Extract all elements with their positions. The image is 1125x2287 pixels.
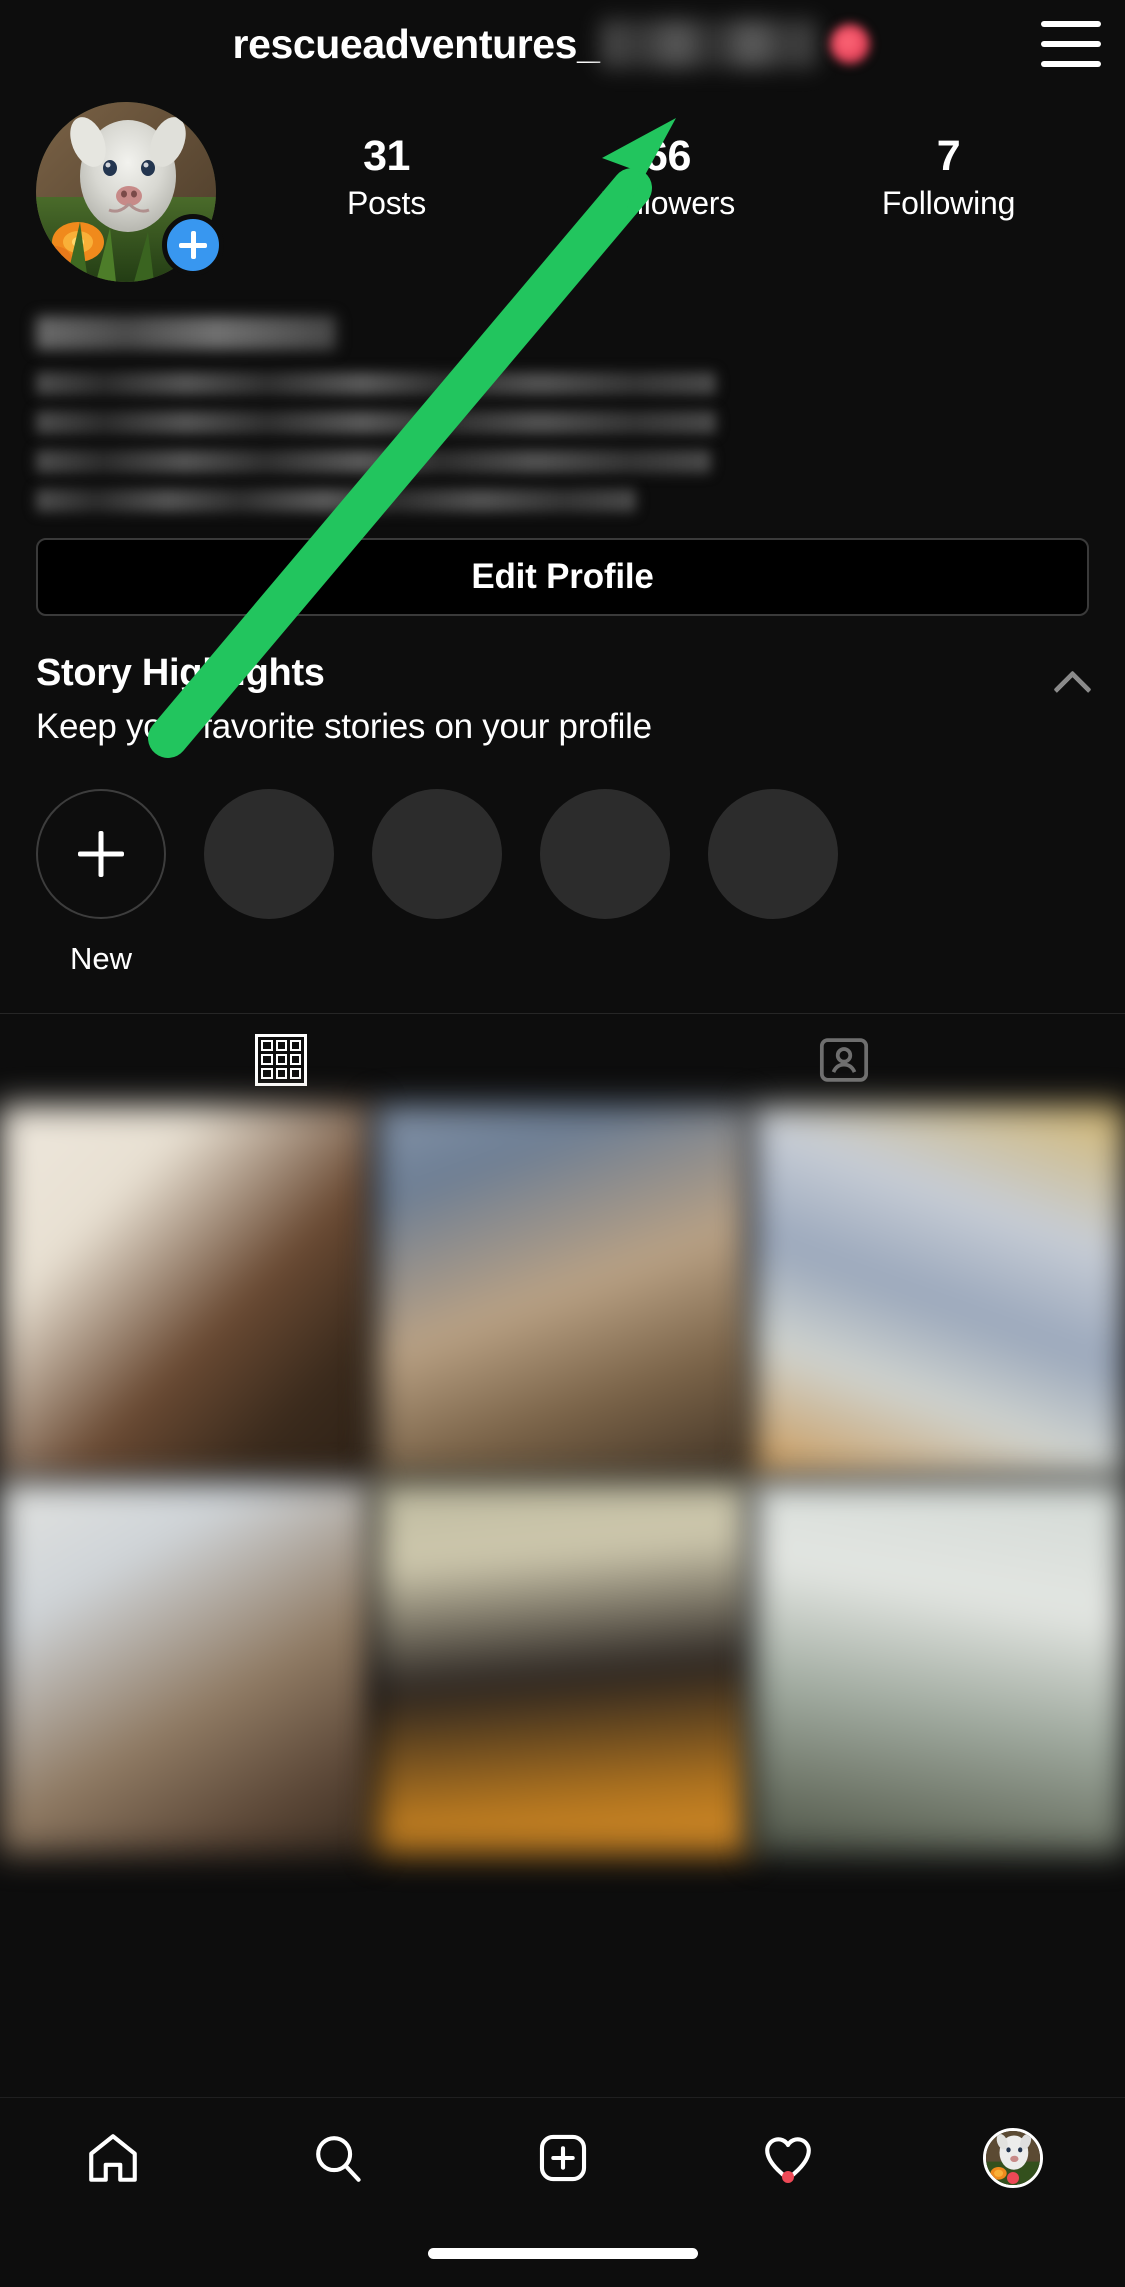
highlight-thumbnail[interactable] [708, 789, 838, 919]
highlight-thumbnail[interactable] [540, 789, 670, 919]
nav-home[interactable] [0, 2129, 225, 2187]
stat-posts-label: Posts [346, 185, 427, 222]
hamburger-line [1041, 61, 1101, 67]
notification-dot-icon[interactable] [830, 24, 871, 64]
stat-posts[interactable]: 31 Posts [317, 132, 457, 222]
bottom-nav-items [0, 2098, 1125, 2218]
highlight-item-placeholder[interactable] [708, 789, 838, 919]
stat-following-label: Following [881, 185, 1016, 222]
profile-bio [0, 282, 1125, 512]
app-header: rescueadventures_ [0, 0, 1125, 88]
bio-line-redacted [36, 411, 716, 434]
bio-line-redacted [36, 450, 711, 473]
story-highlights-subtitle: Keep your favorite stories on your profi… [36, 707, 652, 746]
activity-badge-dot [781, 2171, 794, 2183]
hamburger-menu-icon[interactable] [1041, 21, 1101, 67]
highlight-label-new: New [69, 941, 132, 976]
home-icon [88, 2134, 137, 2182]
grid-cell [275, 1068, 287, 1080]
grid-cell [289, 1068, 302, 1080]
bio-display-name-redacted [36, 316, 336, 350]
grid-cell [261, 1068, 273, 1080]
grid-post[interactable] [0, 1105, 373, 1478]
tagged-person-icon [819, 1037, 868, 1082]
profile-badge-dot [1006, 2172, 1019, 2184]
story-highlights-text: Story Highlights Keep your favorite stor… [36, 652, 1055, 747]
hamburger-line [1041, 21, 1101, 27]
avatar-wrap[interactable] [36, 102, 224, 282]
profile-stats: 31 Posts 66 Followers 7 Following [216, 102, 1089, 222]
posts-grid [0, 1105, 1125, 1854]
highlight-thumbnail[interactable] [372, 789, 502, 919]
profile-summary-row: 31 Posts 66 Followers 7 Following [0, 88, 1125, 282]
highlight-item-placeholder[interactable] [204, 789, 334, 919]
highlight-item-placeholder[interactable] [540, 789, 670, 919]
tab-tagged[interactable] [563, 1014, 1125, 1105]
grid-cell [261, 1053, 273, 1066]
profile-tabs [0, 1013, 1125, 1105]
grid-post[interactable] [752, 1481, 1125, 1854]
story-highlights-section: Story Highlights Keep your favorite stor… [0, 616, 1125, 977]
stat-followers-label: Followers [599, 185, 736, 222]
grid-post[interactable] [0, 1481, 373, 1854]
tab-grid[interactable] [0, 1014, 563, 1105]
story-highlights-list[interactable]: New [0, 747, 1125, 977]
stat-followers[interactable]: 66 Followers [598, 132, 738, 222]
header-title-wrap: rescueadventures_ [24, 20, 1019, 68]
profile-username[interactable]: rescueadventures_ [233, 21, 600, 68]
grid-cell [275, 1053, 287, 1066]
grid-cell [275, 1039, 287, 1051]
highlight-item-new[interactable]: New [36, 789, 166, 977]
username-redacted-block [601, 20, 817, 68]
stat-posts-value: 31 [363, 132, 410, 180]
create-post-icon [539, 2134, 586, 2182]
home-indicator-bar [427, 2248, 698, 2259]
grid-post[interactable] [752, 1105, 1125, 1478]
bottom-navigation [0, 2097, 1125, 2287]
grid-post[interactable] [376, 1481, 749, 1854]
edit-profile-button[interactable]: Edit Profile [36, 538, 1089, 616]
nav-activity[interactable] [675, 2129, 900, 2187]
grid-cell [289, 1053, 302, 1066]
add-story-plus-icon[interactable] [162, 214, 224, 276]
grid-cell [261, 1039, 273, 1051]
stat-followers-value: 66 [644, 132, 691, 180]
grid-post[interactable] [376, 1105, 749, 1478]
grid-cell [289, 1039, 302, 1051]
stat-following-value: 7 [936, 132, 961, 180]
plus-icon[interactable] [36, 789, 166, 919]
bio-line-redacted [36, 372, 716, 395]
highlight-item-placeholder[interactable] [372, 789, 502, 919]
search-icon [315, 2136, 361, 2182]
nav-search[interactable] [225, 2129, 450, 2187]
story-highlights-title: Story Highlights [36, 652, 325, 694]
bio-line-redacted [36, 489, 636, 512]
nav-create[interactable] [450, 2129, 675, 2187]
stat-following[interactable]: 7 Following [879, 132, 1019, 222]
grid-icon [255, 1033, 308, 1086]
hamburger-line [1041, 41, 1101, 47]
highlight-thumbnail[interactable] [204, 789, 334, 919]
story-highlights-header: Story Highlights Keep your favorite stor… [0, 652, 1125, 747]
chevron-up-icon[interactable] [1055, 666, 1089, 700]
nav-profile[interactable] [900, 2128, 1125, 2188]
